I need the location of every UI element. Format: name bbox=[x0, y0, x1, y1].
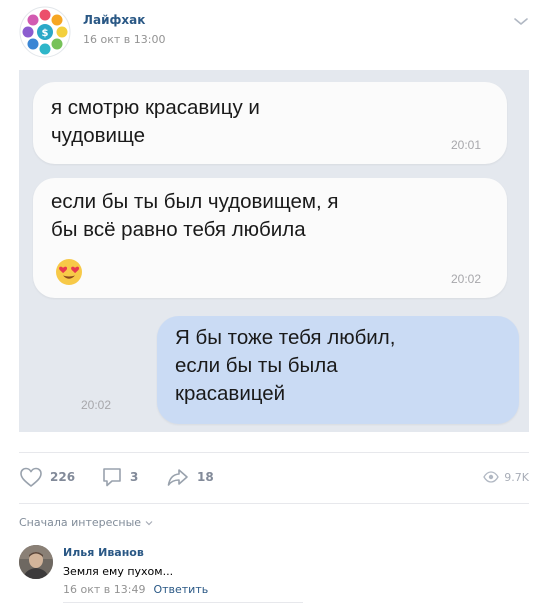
like-button[interactable]: 226 bbox=[19, 462, 75, 492]
message-line: Я бы тоже тебя любил, bbox=[175, 326, 396, 349]
share-count: 18 bbox=[197, 470, 214, 484]
message-text: я смотрю красавицу и чудовище bbox=[51, 94, 260, 150]
reply-button[interactable]: Ответить bbox=[153, 583, 208, 596]
lifehack-logo-icon[interactable]: $ bbox=[19, 6, 71, 58]
post-actions: 226 3 18 9.7K bbox=[0, 462, 547, 492]
comment-date[interactable]: 16 окт в 13:49 bbox=[63, 583, 145, 596]
svg-text:$: $ bbox=[42, 28, 49, 39]
chevron-down-icon bbox=[145, 520, 153, 525]
eye-icon bbox=[483, 471, 500, 483]
comment-author-link[interactable]: Илья Иванов bbox=[63, 546, 144, 559]
message-line: если бы ты был чудовищем, я bbox=[51, 190, 339, 213]
message-time: 20:02 bbox=[81, 398, 112, 412]
chevron-down-icon[interactable] bbox=[512, 14, 530, 28]
avatar[interactable] bbox=[19, 545, 53, 579]
like-count: 226 bbox=[50, 470, 76, 484]
post-date[interactable]: 16 окт в 13:00 bbox=[83, 33, 165, 46]
message-bubble-incoming: я смотрю красавицу и чудовище 20:01 bbox=[33, 82, 507, 164]
message-time: 20:02 bbox=[451, 272, 482, 286]
divider bbox=[19, 503, 529, 504]
heart-eyes-emoji-icon bbox=[56, 259, 82, 285]
comment-icon bbox=[103, 468, 121, 487]
message-line: бы всё равно тебя любила bbox=[51, 218, 306, 241]
comment-count: 3 bbox=[130, 470, 139, 484]
group-name-link[interactable]: Лайфхак bbox=[83, 13, 145, 27]
message-text: Я бы тоже тебя любил, если бы ты была кр… bbox=[175, 324, 395, 408]
message-time: 20:01 bbox=[451, 138, 482, 152]
post-header: $ Лайфхак 16 окт в 13:00 bbox=[0, 0, 547, 66]
comment-button[interactable]: 3 bbox=[101, 462, 138, 492]
heart-icon bbox=[20, 467, 42, 487]
divider bbox=[19, 452, 529, 453]
comment-meta: 16 окт в 13:49 Ответить bbox=[63, 583, 208, 596]
comment-item: Илья Иванов Земля ему пухом... 16 окт в … bbox=[0, 540, 547, 606]
message-line: если бы ты была bbox=[175, 354, 338, 377]
message-line: красавицей bbox=[175, 382, 286, 405]
message-bubble-outgoing: Я бы тоже тебя любил, если бы ты была кр… bbox=[81, 316, 519, 424]
message-bubble-incoming: если бы ты был чудовищем, я бы всё равно… bbox=[33, 178, 507, 298]
views-count: 9.7K bbox=[504, 470, 529, 484]
views-counter: 9.7K bbox=[483, 462, 529, 492]
sort-label: Сначала интересные bbox=[19, 516, 142, 529]
comment-sort-dropdown[interactable]: Сначала интересные bbox=[19, 516, 153, 529]
post-image[interactable]: я смотрю красавицу и чудовище 20:01 если… bbox=[19, 70, 529, 432]
comment-text: Земля ему пухом... bbox=[63, 565, 174, 578]
message-line: чудовище bbox=[51, 124, 145, 147]
message-line: я смотрю красавицу и bbox=[51, 96, 260, 119]
divider bbox=[63, 602, 303, 603]
share-button[interactable]: 18 bbox=[166, 462, 214, 492]
share-icon bbox=[167, 469, 188, 486]
message-text: если бы ты был чудовищем, я бы всё равно… bbox=[51, 188, 338, 244]
